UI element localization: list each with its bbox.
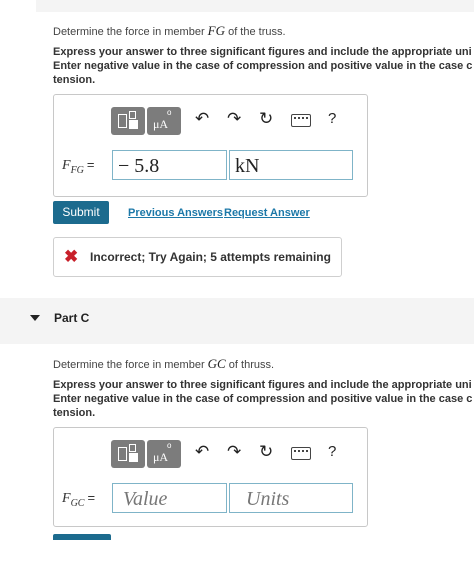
part-b-answer-box: μA o ↶ ↷ ↻ ? FFG = − 5.8 kN	[53, 94, 368, 197]
request-answer-link[interactable]: Request Answer	[224, 207, 310, 219]
collapse-caret-icon[interactable]	[30, 315, 40, 321]
template-frame-icon	[118, 114, 127, 128]
redo-icon[interactable]: ↷	[227, 109, 241, 129]
units-symbols-button[interactable]: μA o	[147, 440, 181, 468]
previous-answers-link[interactable]: Previous Answers	[128, 207, 223, 219]
math-toolbar: μA o ↶ ↷ ↻ ?	[109, 440, 359, 472]
keyboard-icon[interactable]	[291, 114, 311, 127]
feedback-message: Incorrect; Try Again; 5 attempts remaini…	[90, 250, 331, 264]
member-name: FG	[207, 23, 226, 38]
part-c-answer-box: μA o ↶ ↷ ↻ ? FGC = Value Units	[53, 427, 368, 527]
question-text: Determine the force in member	[53, 26, 208, 38]
templates-button[interactable]	[111, 440, 145, 468]
help-icon[interactable]: ?	[328, 443, 336, 460]
template-block-icon	[129, 120, 138, 129]
variable-label: FFG =	[62, 157, 95, 176]
value-input[interactable]: − 5.8	[112, 150, 227, 180]
part-c-instructions: Express your answer to three significant…	[53, 378, 474, 420]
part-c-header[interactable]: Part C	[0, 298, 474, 344]
instruction-line: Enter negative value in the case of comp…	[53, 393, 473, 405]
question-text-end: of thruss.	[225, 359, 275, 371]
incorrect-icon: ✖	[64, 247, 79, 266]
units-symbols-button[interactable]: μA o	[147, 107, 181, 135]
keyboard-icon[interactable]	[291, 447, 311, 460]
mu-icon: μA	[153, 450, 169, 464]
math-toolbar: μA o ↶ ↷ ↻ ?	[109, 107, 359, 139]
reset-icon[interactable]: ↻	[259, 442, 273, 462]
templates-button[interactable]	[111, 107, 145, 135]
ring-icon: o	[167, 441, 172, 450]
template-frame-icon	[118, 447, 127, 461]
instruction-line: Express your answer to three significant…	[53, 46, 472, 58]
redo-icon[interactable]: ↷	[227, 442, 241, 462]
ring-icon: o	[167, 108, 172, 117]
mu-icon: μA	[153, 117, 169, 131]
submit-button[interactable]: Submit	[53, 201, 109, 224]
template-exponent-icon	[129, 111, 136, 119]
question-text: Determine the force in member	[53, 359, 208, 371]
value-input[interactable]: Value	[112, 483, 227, 513]
part-b-question: Determine the force in member FG of the …	[53, 23, 286, 39]
instruction-line: Express your answer to three significant…	[53, 379, 472, 391]
undo-icon[interactable]: ↶	[195, 442, 209, 462]
instruction-line: tension.	[53, 74, 96, 86]
reset-icon[interactable]: ↻	[259, 109, 273, 129]
template-exponent-icon	[129, 444, 136, 452]
variable-label: FGC =	[62, 490, 96, 509]
instruction-line: tension.	[53, 407, 96, 419]
feedback-box: ✖ Incorrect; Try Again; 5 attempts remai…	[53, 237, 342, 277]
undo-icon[interactable]: ↶	[195, 109, 209, 129]
template-block-icon	[129, 453, 138, 462]
units-input[interactable]: kN	[229, 150, 353, 180]
member-name: GC	[207, 356, 226, 371]
previous-part-bar	[36, 0, 474, 12]
part-c-question: Determine the force in member GC of thru…	[53, 356, 274, 372]
units-input[interactable]: Units	[229, 483, 353, 513]
question-text-end: of the truss.	[225, 26, 286, 38]
instruction-line: Enter negative value in the case of comp…	[53, 60, 473, 72]
part-title: Part C	[54, 311, 90, 325]
help-icon[interactable]: ?	[328, 110, 336, 127]
part-b-instructions: Express your answer to three significant…	[53, 45, 474, 87]
submit-button-partial[interactable]	[53, 534, 111, 540]
